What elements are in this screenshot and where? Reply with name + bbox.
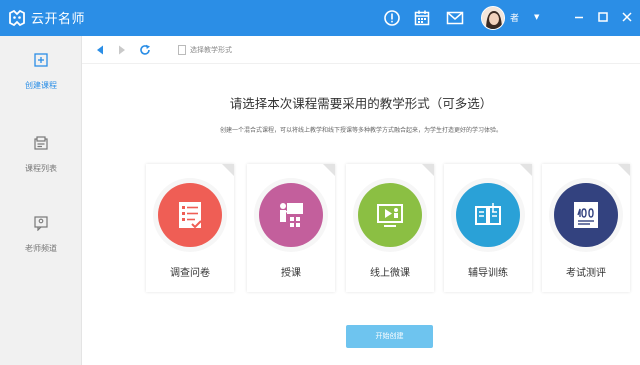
title-bar: 云开名师 者 ▼ bbox=[0, 0, 640, 36]
teacher-channel-icon bbox=[34, 216, 48, 231]
page-description: 创建一个混合式课程，可以将线上教学和线下授课等多种教学方式融合起来，为学生打造更… bbox=[219, 127, 502, 134]
user-photo-icon bbox=[482, 7, 504, 29]
card-corner-fold bbox=[422, 164, 434, 176]
address-text: 选择教学形式 bbox=[190, 46, 232, 54]
calendar-icon[interactable] bbox=[413, 9, 431, 27]
exam-icon bbox=[574, 202, 598, 228]
forward-icon[interactable] bbox=[116, 44, 128, 56]
survey-icon bbox=[179, 202, 202, 229]
tutoring-circle bbox=[456, 183, 520, 247]
online-video-icon bbox=[377, 204, 403, 227]
card-label: 线上微课 bbox=[370, 268, 410, 279]
maximize-icon[interactable] bbox=[595, 9, 611, 25]
create-course-icon bbox=[34, 53, 48, 67]
option-card-exam[interactable]: 考试测评 bbox=[542, 164, 630, 292]
option-card-survey[interactable]: 调查问卷 bbox=[146, 164, 234, 292]
avatar[interactable] bbox=[481, 6, 505, 30]
notice-icon[interactable] bbox=[383, 9, 401, 27]
card-label: 辅导训练 bbox=[468, 268, 508, 279]
card-label: 考试测评 bbox=[566, 268, 606, 279]
main-content: 选择教学形式 请选择本次课程需要采用的教学形式（可多选） 创建一个混合式课程，可… bbox=[82, 36, 640, 365]
option-card-lecture[interactable]: 授课 bbox=[247, 164, 335, 292]
app-title: 云开名师 bbox=[31, 12, 86, 27]
lecture-icon bbox=[280, 203, 303, 227]
sidebar-item-create-course[interactable]: 创建课程 bbox=[0, 52, 82, 108]
sidebar-item-label: 老师频道 bbox=[25, 244, 57, 253]
nav-bar: 选择教学形式 bbox=[82, 36, 640, 64]
card-corner-fold bbox=[618, 164, 630, 176]
app-logo: 云开名师 bbox=[8, 8, 85, 27]
tutoring-book-icon bbox=[475, 203, 501, 225]
sidebar-item-course-list[interactable]: 课程列表 bbox=[0, 135, 82, 191]
card-corner-fold bbox=[323, 164, 335, 176]
card-corner-fold bbox=[520, 164, 532, 176]
card-label: 授课 bbox=[281, 268, 301, 279]
option-card-tutoring[interactable]: 辅导训练 bbox=[444, 164, 532, 292]
survey-circle bbox=[158, 183, 222, 247]
back-icon[interactable] bbox=[94, 44, 106, 56]
app-logo-icon bbox=[9, 9, 25, 26]
minimize-icon[interactable] bbox=[571, 9, 587, 25]
refresh-icon[interactable] bbox=[139, 44, 151, 56]
page-title: 请选择本次课程需要采用的教学形式（可多选） bbox=[229, 96, 493, 111]
course-list-icon bbox=[34, 136, 48, 150]
page-icon bbox=[178, 45, 186, 55]
sidebar: 创建课程 课程列表 老师频道 bbox=[0, 36, 82, 365]
user-menu-caret-icon[interactable]: ▼ bbox=[534, 13, 539, 21]
card-corner-fold bbox=[222, 164, 234, 176]
address-bar[interactable]: 选择教学形式 bbox=[168, 42, 628, 58]
sidebar-item-label: 创建课程 bbox=[25, 81, 57, 90]
sidebar-item-teacher-channel[interactable]: 老师频道 bbox=[0, 215, 82, 271]
start-create-button[interactable]: 开始创建 bbox=[346, 325, 433, 348]
mail-icon[interactable] bbox=[446, 9, 464, 27]
sidebar-item-label: 课程列表 bbox=[25, 164, 57, 173]
lecture-circle bbox=[259, 183, 323, 247]
card-label: 调查问卷 bbox=[170, 268, 210, 279]
username[interactable]: 者 bbox=[510, 11, 519, 24]
exam-circle bbox=[554, 183, 618, 247]
option-card-online-video[interactable]: 线上微课 bbox=[346, 164, 434, 292]
online-video-circle bbox=[358, 183, 422, 247]
close-icon[interactable] bbox=[619, 9, 635, 25]
